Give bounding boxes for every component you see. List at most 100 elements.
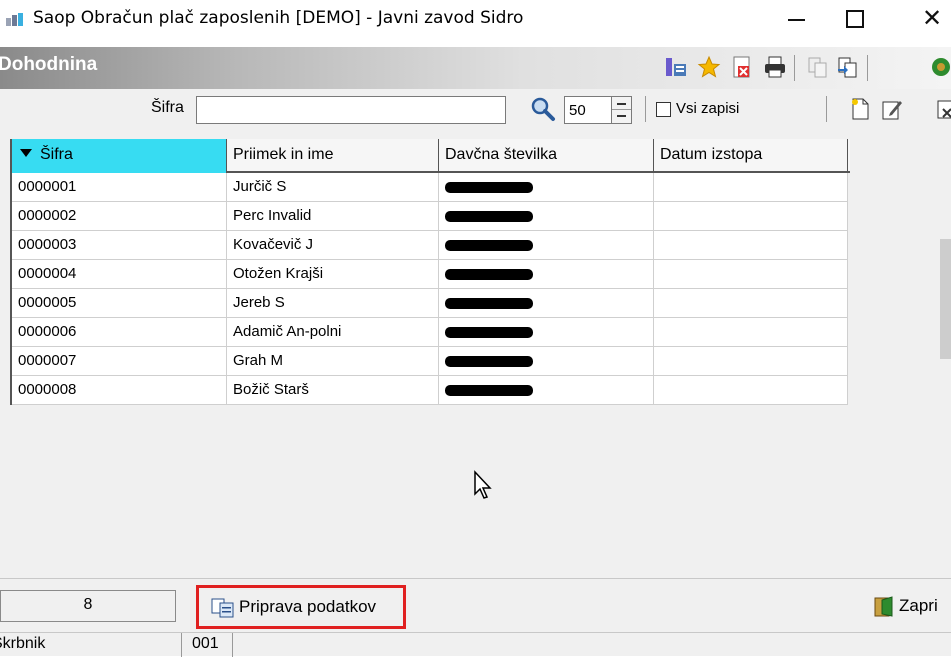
redaction-mark [445, 240, 533, 251]
search-input[interactable] [196, 96, 506, 124]
cell-tax-number-redacted [439, 173, 654, 202]
table-row[interactable]: 0000006 Adamič An-polni [12, 318, 850, 347]
cell-code: 0000006 [12, 318, 227, 347]
mouse-cursor-icon [474, 470, 492, 499]
redaction-mark [445, 298, 533, 309]
record-limit-input[interactable] [564, 96, 612, 124]
prepare-data-button[interactable]: Priprava podatkov [196, 585, 406, 629]
sort-descending-icon [20, 149, 32, 157]
cell-code: 0000004 [12, 260, 227, 289]
form-title: Dohodnina [0, 54, 98, 75]
toolbar-separator [645, 96, 646, 122]
cell-exit-date [654, 289, 848, 318]
exit-door-icon [874, 596, 893, 617]
cell-code: 0000007 [12, 347, 227, 376]
status-user: Skrbnik [0, 635, 46, 652]
record-limit-spinner[interactable] [611, 96, 632, 124]
search-label: Šifra [151, 99, 184, 116]
redaction-mark [445, 269, 533, 280]
column-header-exit-date[interactable]: Datum izstopa [654, 139, 848, 173]
vertical-scrollbar[interactable] [938, 139, 951, 569]
close-form-button[interactable]: Zapri [872, 594, 951, 622]
export-pdf-icon[interactable] [730, 55, 754, 79]
cell-tax-number-redacted [439, 318, 654, 347]
grid-header: Šifra Priimek in ime Davčna številka Dat… [12, 139, 850, 173]
cell-name: Božič Starš [227, 376, 439, 405]
cell-code: 0000001 [12, 173, 227, 202]
cell-exit-date [654, 260, 848, 289]
cell-name: Otožen Krajši [227, 260, 439, 289]
record-count: 8 [0, 590, 176, 622]
spinner-up-button[interactable] [612, 97, 631, 110]
cell-name: Adamič An-polni [227, 318, 439, 347]
toolbar-separator [794, 55, 795, 81]
refresh-icon[interactable] [929, 55, 951, 79]
search-row: Šifra Vsi zapisi [0, 89, 951, 129]
window-title: Saop Obračun plač zaposlenih [DEMO] - Ja… [33, 8, 524, 28]
close-form-label: Zapri [899, 596, 938, 615]
show-all-label: Vsi zapisi [676, 100, 740, 117]
redaction-mark [445, 327, 533, 338]
maximize-button[interactable] [837, 4, 871, 32]
favorite-star-icon[interactable] [697, 55, 721, 79]
table-row[interactable]: 0000004 Otožen Krajši [12, 260, 850, 289]
cell-name: Grah M [227, 347, 439, 376]
spinner-down-button[interactable] [612, 110, 631, 123]
cell-tax-number-redacted [439, 260, 654, 289]
close-window-button[interactable]: ✕ [915, 4, 949, 32]
cell-name: Perc Invalid [227, 202, 439, 231]
column-header-code[interactable]: Šifra [12, 139, 227, 173]
search-icon[interactable] [530, 96, 556, 122]
cell-name: Jereb S [227, 289, 439, 318]
copy-icon[interactable] [836, 55, 860, 79]
redaction-mark [445, 385, 533, 396]
cell-code: 0000002 [12, 202, 227, 231]
cell-tax-number-redacted [439, 231, 654, 260]
column-header-name[interactable]: Priimek in ime [227, 139, 439, 173]
cell-tax-number-redacted [439, 347, 654, 376]
redaction-mark [445, 356, 533, 367]
table-row[interactable]: 0000002 Perc Invalid [12, 202, 850, 231]
print-icon[interactable] [763, 55, 787, 79]
data-grid[interactable]: Šifra Priimek in ime Davčna številka Dat… [10, 139, 850, 405]
cell-code: 0000003 [12, 231, 227, 260]
cell-tax-number-redacted [439, 289, 654, 318]
table-row[interactable]: 0000007 Grah M [12, 347, 850, 376]
copy-disabled-icon[interactable] [806, 55, 830, 79]
status-bar: Skrbnik 001 [0, 632, 951, 657]
cell-exit-date [654, 376, 848, 405]
grid-area: Šifra Priimek in ime Davčna številka Dat… [0, 129, 951, 578]
status-code: 001 [181, 633, 233, 657]
app-logo-icon [6, 13, 26, 26]
table-row[interactable]: 0000008 Božič Starš [12, 376, 850, 405]
table-row[interactable]: 0000005 Jereb S [12, 289, 850, 318]
bottom-bar: 8 Priprava podatkov Zapri [0, 578, 951, 632]
cell-code: 0000005 [12, 289, 227, 318]
show-all-checkbox[interactable] [656, 102, 671, 117]
edit-record-icon[interactable] [880, 97, 904, 121]
cell-exit-date [654, 231, 848, 260]
delete-record-icon[interactable] [935, 97, 951, 121]
cell-tax-number-redacted [439, 376, 654, 405]
table-row[interactable]: 0000001 Jurčič S [12, 173, 850, 202]
cell-exit-date [654, 202, 848, 231]
grid-settings-icon[interactable] [664, 55, 688, 79]
new-record-icon[interactable] [848, 97, 872, 121]
copy-data-icon [211, 598, 234, 618]
table-row[interactable]: 0000003 Kovačevič J [12, 231, 850, 260]
column-header-tax-number[interactable]: Davčna številka [439, 139, 654, 173]
redaction-mark [445, 211, 533, 222]
cell-exit-date [654, 318, 848, 347]
redaction-mark [445, 182, 533, 193]
cell-name: Kovačevič J [227, 231, 439, 260]
minimize-button[interactable] [780, 4, 814, 32]
cell-tax-number-redacted [439, 202, 654, 231]
cell-exit-date [654, 173, 848, 202]
scrollbar-thumb[interactable] [940, 239, 951, 359]
window-title-bar: Saop Obračun plač zaposlenih [DEMO] - Ja… [0, 0, 951, 38]
cell-code: 0000008 [12, 376, 227, 405]
form-header: Dohodnina [0, 47, 951, 89]
cell-name: Jurčič S [227, 173, 439, 202]
toolbar-separator [867, 55, 868, 81]
cell-exit-date [654, 347, 848, 376]
